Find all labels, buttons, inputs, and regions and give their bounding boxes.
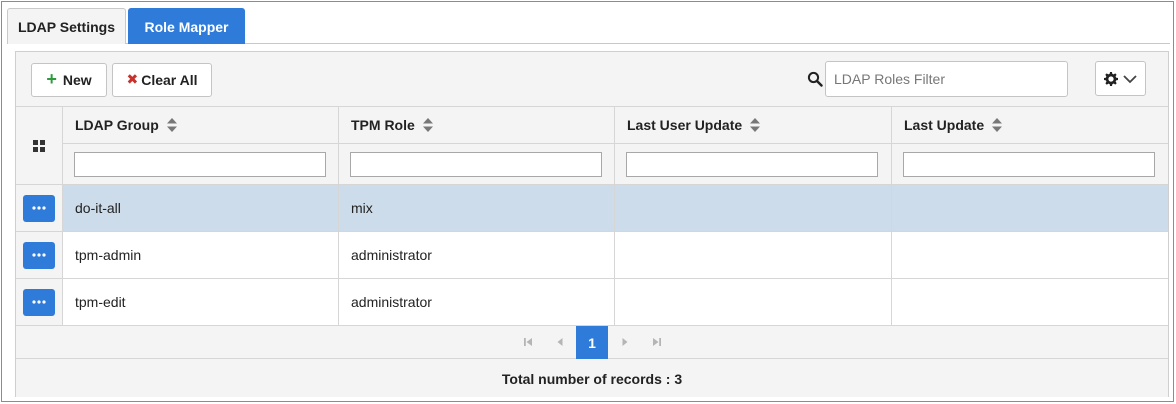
x-icon: ✖ — [126, 71, 139, 87]
next-page-icon — [622, 338, 628, 346]
sort-icon — [992, 118, 1003, 132]
current-page-button[interactable]: 1 — [576, 326, 608, 359]
grid-icon — [33, 139, 45, 152]
column-header-label: LDAP Group — [75, 117, 159, 133]
filter-cell — [892, 144, 1168, 184]
cell-tpm-role: administrator — [339, 232, 615, 278]
tab-role-mapper[interactable]: Role Mapper — [128, 8, 245, 44]
ellipsis-icon — [32, 206, 46, 210]
column-header-label: Last Update — [904, 117, 985, 133]
table-row[interactable]: tpm-edit administrator — [16, 279, 1168, 326]
filter-cell — [339, 144, 615, 184]
new-button-label: New — [62, 72, 92, 88]
filter-row — [16, 144, 1168, 185]
cell-last-update — [892, 232, 1168, 278]
sort-icon — [166, 118, 177, 132]
row-action-cell — [16, 279, 63, 325]
first-page-button[interactable] — [519, 333, 537, 351]
clear-all-button-label: Clear All — [141, 72, 198, 88]
row-actions-button[interactable] — [23, 194, 55, 222]
toolbar: + New ✖ Clear All — [16, 52, 1168, 107]
column-header-label: Last User Update — [627, 117, 743, 133]
last-page-button[interactable] — [648, 333, 666, 351]
record-count: Total number of records : 3 — [16, 360, 1168, 397]
row-action-cell — [16, 232, 63, 278]
last-update-filter-input[interactable] — [903, 151, 1155, 177]
first-page-icon — [524, 338, 532, 346]
new-button[interactable]: + New — [31, 63, 107, 97]
cell-last-update — [892, 185, 1168, 231]
header-row: LDAP Group TPM Role Last User Update Las… — [16, 107, 1168, 144]
cell-ldap-group: tpm-admin — [63, 232, 339, 278]
cell-last-user-update — [615, 232, 892, 278]
cell-last-update — [892, 279, 1168, 325]
ldap-group-filter-input[interactable] — [74, 151, 326, 177]
role-mapper-window: LDAP Settings Role Mapper + New ✖ Clear … — [1, 1, 1174, 402]
tab-bar: LDAP Settings Role Mapper — [7, 7, 1170, 44]
plus-icon: + — [46, 68, 57, 89]
sort-icon — [422, 118, 433, 132]
gear-icon — [1103, 71, 1118, 86]
cell-last-user-update — [615, 279, 892, 325]
prev-page-button[interactable] — [551, 333, 569, 351]
cell-ldap-group: tpm-edit — [63, 279, 339, 325]
ellipsis-icon — [32, 253, 46, 257]
row-action-cell — [16, 185, 63, 231]
cell-tpm-role: administrator — [339, 279, 615, 325]
ldap-roles-filter-input[interactable] — [825, 61, 1068, 97]
cell-ldap-group: do-it-all — [63, 185, 339, 231]
filter-cell — [615, 144, 892, 184]
table-row[interactable]: tpm-admin administrator — [16, 232, 1168, 279]
row-actions-button[interactable] — [23, 288, 55, 316]
table-row[interactable]: do-it-all mix — [16, 185, 1168, 232]
tpm-role-filter-input[interactable] — [350, 151, 602, 177]
pagination: 1 — [16, 326, 1168, 359]
cell-tpm-role: mix — [339, 185, 615, 231]
clear-all-button[interactable]: ✖ Clear All — [112, 63, 212, 97]
column-chooser[interactable] — [16, 107, 63, 185]
last-page-icon — [653, 338, 661, 346]
column-header-label: TPM Role — [351, 117, 415, 133]
column-header-tpm-role[interactable]: TPM Role — [339, 107, 615, 143]
column-header-last-user-update[interactable]: Last User Update — [615, 107, 892, 143]
cell-last-user-update — [615, 185, 892, 231]
settings-dropdown-button[interactable] — [1095, 61, 1146, 96]
filter-cell — [63, 144, 339, 184]
tab-ldap-settings[interactable]: LDAP Settings — [7, 8, 126, 44]
role-mapper-panel: + New ✖ Clear All LDAP Roles Filter LDAP… — [15, 51, 1169, 397]
search-icon — [807, 71, 823, 87]
sort-icon — [750, 118, 761, 132]
last-user-update-filter-input[interactable] — [626, 151, 878, 177]
row-actions-button[interactable] — [23, 241, 55, 269]
column-header-last-update[interactable]: Last Update — [892, 107, 1168, 143]
column-header-ldap-group[interactable]: LDAP Group — [63, 107, 339, 143]
next-page-button[interactable] — [616, 333, 634, 351]
chevron-down-icon — [1122, 74, 1137, 83]
prev-page-icon — [557, 338, 563, 346]
ellipsis-icon — [32, 300, 46, 304]
